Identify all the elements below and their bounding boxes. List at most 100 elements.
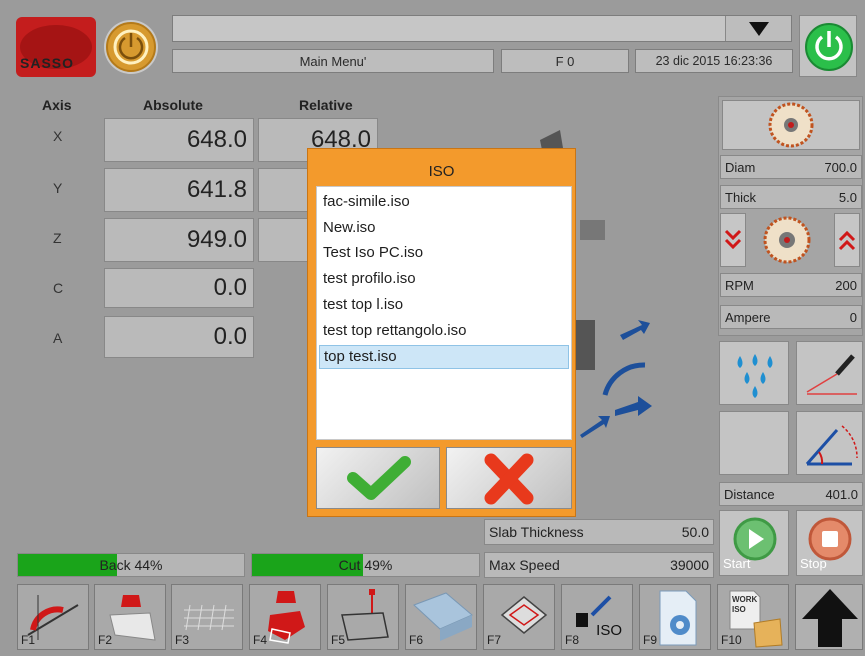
- f2-button[interactable]: F2: [94, 584, 166, 650]
- absolute-value-a: 0.0: [104, 316, 254, 358]
- f3-label: F3: [175, 633, 190, 647]
- f7-button[interactable]: F7: [483, 584, 555, 650]
- cut-progress-label: Cut 49%: [338, 557, 393, 573]
- list-item[interactable]: New.iso: [323, 217, 376, 239]
- saw-blade-icon: [768, 102, 814, 148]
- max-speed-label: Max Speed: [489, 557, 560, 573]
- home-up-button[interactable]: [795, 584, 863, 650]
- rpm-decrease-button[interactable]: [720, 213, 746, 267]
- datetime-display: 23 dic 2015 16:23:36: [635, 49, 793, 73]
- distance-value: 401.0: [825, 486, 858, 502]
- rpm-row: RPM 200: [720, 273, 862, 297]
- list-item[interactable]: fac-simile.iso: [323, 191, 410, 213]
- ampere-row: Ampere 0: [720, 305, 862, 329]
- power-on-button[interactable]: [799, 15, 857, 77]
- double-chevron-down-icon: [724, 229, 742, 250]
- ampere-value: 0: [849, 309, 857, 325]
- f8-label: F8: [565, 633, 580, 647]
- function-code: F 0: [501, 49, 629, 73]
- water-button[interactable]: [719, 341, 789, 405]
- rpm-increase-button[interactable]: [834, 213, 860, 267]
- thick-row: Thick 5.0: [720, 185, 862, 209]
- diam-row: Diam 700.0: [720, 155, 862, 179]
- rpm-blade-indicator: [762, 215, 812, 265]
- thick-value: 5.0: [838, 189, 857, 205]
- diam-label: Diam: [725, 159, 756, 175]
- thick-label: Thick: [725, 189, 757, 205]
- arrow-up-icon: [802, 589, 858, 647]
- confirm-button[interactable]: [316, 447, 440, 509]
- f3-button[interactable]: F3: [171, 584, 243, 650]
- rpm-value: 200: [835, 277, 857, 293]
- stop-label: Stop: [800, 556, 827, 571]
- x-cancel-icon: [484, 453, 534, 505]
- relative-header: Relative: [299, 97, 353, 113]
- absolute-value-z: 949.0: [104, 218, 254, 262]
- power-standby-button[interactable]: [104, 20, 158, 74]
- iso-dialog: ISO fac-simile.iso New.iso Test Iso PC.i…: [307, 148, 576, 517]
- f4-label: F4: [253, 633, 268, 647]
- checkmark-icon: [347, 456, 411, 500]
- f7-label: F7: [487, 633, 502, 647]
- stop-button[interactable]: Stop: [796, 510, 863, 576]
- axis-header: Axis: [42, 97, 72, 113]
- start-label: Start: [723, 556, 751, 571]
- power-icon: [805, 23, 853, 71]
- f10-button[interactable]: WORK ISO F10: [717, 584, 789, 650]
- ampere-label: Ampere: [725, 309, 771, 325]
- f6-button[interactable]: F6: [405, 584, 477, 650]
- angle-button[interactable]: [796, 411, 863, 475]
- axis-label-y: Y: [53, 180, 63, 196]
- list-item[interactable]: test profilo.iso: [323, 268, 416, 290]
- max-speed-row: Max Speed 39000: [484, 552, 714, 578]
- selected-list-item[interactable]: top test.iso: [319, 345, 569, 369]
- rpm-label: RPM: [725, 277, 754, 293]
- diam-value: 700.0: [824, 159, 857, 175]
- status-message-bar: [172, 15, 792, 42]
- double-chevron-up-icon: [838, 230, 856, 251]
- triangle-down-icon: [748, 21, 769, 36]
- absolute-value-x: 648.0: [104, 118, 254, 162]
- axis-label-z: Z: [53, 230, 62, 246]
- axis-label-a: A: [53, 330, 63, 346]
- list-item[interactable]: Test Iso PC.iso: [323, 242, 423, 264]
- max-speed-value: 39000: [670, 557, 709, 573]
- f1-button[interactable]: F1: [17, 584, 89, 650]
- f9-button[interactable]: F9: [639, 584, 711, 650]
- distance-row: Distance 401.0: [719, 482, 863, 506]
- empty-function-button[interactable]: [719, 411, 789, 475]
- f5-button[interactable]: F5: [327, 584, 399, 650]
- f1-label: F1: [21, 633, 36, 647]
- cancel-button[interactable]: [446, 447, 572, 509]
- f5-label: F5: [331, 633, 346, 647]
- list-item[interactable]: test top l.iso: [323, 294, 403, 316]
- logo-text: SASSO: [20, 55, 75, 71]
- f10-caption: WORK ISO: [732, 595, 758, 614]
- absolute-header: Absolute: [143, 97, 203, 113]
- rotating-blade-icon: [763, 216, 811, 264]
- power-standby-icon: [106, 22, 156, 72]
- f4-button[interactable]: F4: [249, 584, 321, 650]
- blade-button[interactable]: [722, 100, 860, 150]
- sasso-logo: SASSO: [16, 17, 96, 77]
- angle-measure-icon: [805, 425, 858, 466]
- absolute-value-c: 0.0: [104, 268, 254, 308]
- f10-label: F10: [721, 633, 742, 647]
- list-item[interactable]: test top rettangolo.iso: [323, 320, 466, 342]
- menu-title: Main Menu': [172, 49, 494, 73]
- f8-button[interactable]: ISO F8: [561, 584, 633, 650]
- back-progress-label: Back 44%: [99, 557, 163, 573]
- f6-label: F6: [409, 633, 424, 647]
- slab-thickness-label: Slab Thickness: [489, 524, 584, 540]
- iso-file-list[interactable]: fac-simile.iso New.iso Test Iso PC.iso t…: [316, 186, 572, 440]
- axis-label-c: C: [53, 280, 64, 296]
- dropdown-button[interactable]: [725, 16, 791, 41]
- f9-label: F9: [643, 633, 658, 647]
- axis-label-x: X: [53, 128, 63, 144]
- slab-thickness-row: Slab Thickness 50.0: [484, 519, 714, 545]
- water-drops-icon: [737, 354, 773, 398]
- start-button[interactable]: Start: [719, 510, 789, 576]
- cut-progress-bar: Cut 49%: [251, 553, 480, 577]
- laser-button[interactable]: [796, 341, 863, 405]
- slab-thickness-value: 50.0: [681, 524, 709, 540]
